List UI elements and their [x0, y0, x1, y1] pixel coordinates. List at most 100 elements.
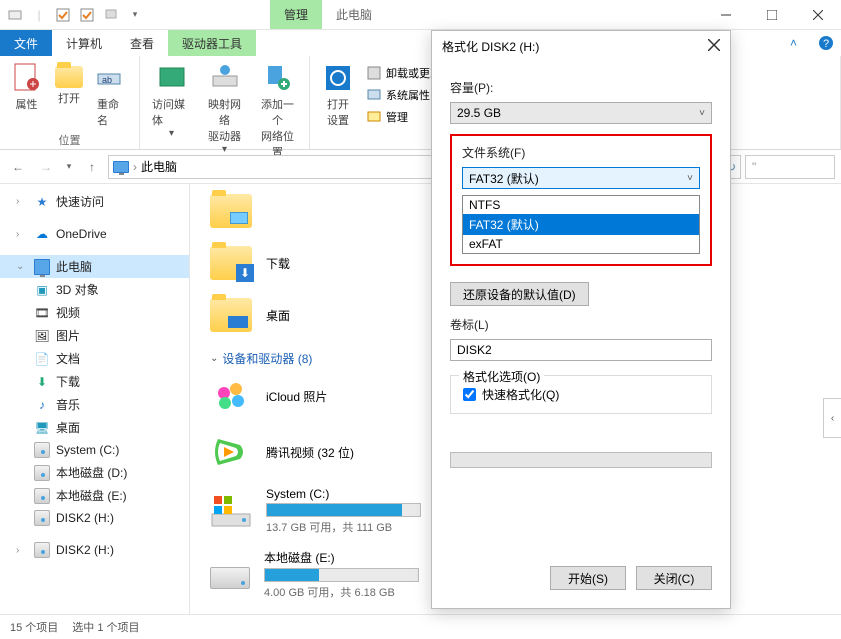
tab-view[interactable]: 查看 [116, 30, 168, 56]
drive-icon [34, 488, 50, 504]
status-bar: 15 个项目 选中 1 个项目 [0, 614, 841, 639]
this-pc-icon [113, 161, 129, 173]
volume-input[interactable] [450, 339, 712, 361]
sidebar-onedrive[interactable]: ›☁OneDrive [0, 223, 189, 245]
status-item-count: 15 个项目 [10, 619, 58, 635]
search-field[interactable]: " [745, 155, 835, 179]
app-icon [4, 4, 26, 26]
history-dropdown[interactable]: ▾ [62, 155, 76, 179]
preview-pane-toggle[interactable]: ‹ [823, 398, 841, 438]
add-location-label: 添加一个 网络位置 [258, 96, 297, 160]
system-c-usage-bar [266, 503, 421, 517]
help-icon[interactable]: ? [811, 30, 841, 56]
minimize-button[interactable] [703, 0, 749, 30]
contextual-tab-manage[interactable]: 管理 [270, 0, 322, 29]
svg-text:?: ? [823, 38, 829, 50]
filesystem-label: 文件系统(F) [462, 144, 700, 161]
sidebar-system-c[interactable]: System (C:) [0, 439, 189, 461]
tab-drive-tools[interactable]: 驱动器工具 [168, 30, 256, 56]
filesystem-selected: FAT32 (默认) [469, 170, 539, 187]
up-button[interactable]: ↑ [80, 155, 104, 179]
qat-overflow[interactable] [100, 4, 122, 26]
sidebar-videos[interactable]: 🎞视频 [0, 301, 189, 324]
fs-option-ntfs[interactable]: NTFS [463, 196, 699, 214]
filesystem-select[interactable]: FAT32 (默认)˅ [462, 167, 700, 189]
fs-option-fat32[interactable]: FAT32 (默认) [463, 214, 699, 235]
status-selected-count: 选中 1 个项目 [72, 619, 139, 635]
ribbon-collapse[interactable]: ˄ [776, 30, 811, 56]
back-button[interactable]: ← [6, 155, 30, 179]
icloud-icon [210, 375, 252, 417]
qat-separator: | [28, 4, 50, 26]
sidebar-disk-e[interactable]: 本地磁盘 (E:) [0, 484, 189, 507]
tab-computer[interactable]: 计算机 [52, 30, 116, 56]
format-progress [450, 452, 712, 468]
sidebar-disk-d[interactable]: 本地磁盘 (D:) [0, 461, 189, 484]
drive-icon [210, 567, 250, 589]
close-button[interactable] [795, 0, 841, 30]
dialog-close-button[interactable] [708, 39, 720, 54]
qat-checkbox-1[interactable] [52, 4, 74, 26]
volume-label: 卷标(L) [450, 316, 712, 333]
document-icon: 📄 [34, 351, 50, 367]
cube-icon: ▣ [34, 282, 50, 298]
format-dialog: 格式化 DISK2 (H:) 容量(P): 29.5 GB˅ 文件系统(F) F… [431, 30, 731, 609]
close-button[interactable]: 关闭(C) [636, 566, 712, 590]
music-icon: ♪ [34, 397, 50, 413]
sidebar-3d-objects[interactable]: ▣3D 对象 [0, 278, 189, 301]
desktop-icon: 🖥 [34, 420, 50, 436]
restore-defaults-button[interactable]: 还原设备的默认值(D) [450, 282, 589, 306]
folder-desktop-label: 桌面 [266, 307, 290, 324]
drive-icon [34, 510, 50, 526]
qat-dropdown[interactable]: ▾ [124, 4, 146, 26]
filesystem-dropdown: NTFS FAT32 (默认) exFAT [462, 195, 700, 254]
folder-icon [210, 194, 252, 228]
disk-e-sub: 4.00 GB 可用，共 6.18 GB [264, 584, 419, 600]
sidebar-quick-access[interactable]: ›★快速访问 [0, 190, 189, 213]
map-drive-button[interactable]: 映射网络 驱动器▾ [199, 60, 250, 157]
group-location-label: 位置 [6, 130, 133, 150]
sidebar-music[interactable]: ♪音乐 [0, 393, 189, 416]
sidebar-this-pc[interactable]: ⌄此电脑 [0, 255, 189, 278]
sidebar-disk2-h-removable[interactable]: ›DISK2 (H:) [0, 539, 189, 561]
open-button[interactable]: 打开 [49, 60, 89, 108]
search-placeholder: " [752, 160, 756, 174]
drive-icon [34, 442, 50, 458]
drive-icon [34, 542, 50, 558]
sidebar-downloads[interactable]: ⬇下载 [0, 370, 189, 393]
add-location-button[interactable]: 添加一个 网络位置 [252, 60, 303, 162]
access-media-button[interactable]: 访问媒体▾ [146, 60, 197, 141]
sidebar-desktop[interactable]: 🖥桌面 [0, 416, 189, 439]
tab-file[interactable]: 文件 [0, 30, 52, 56]
sidebar-documents[interactable]: 📄文档 [0, 347, 189, 370]
capacity-value: 29.5 GB [457, 106, 501, 120]
sidebar-disk2-h[interactable]: DISK2 (H:) [0, 507, 189, 529]
navigation-pane: ›★快速访问 ›☁OneDrive ⌄此电脑 ▣3D 对象 🎞视频 🖼图片 📄文… [0, 184, 190, 614]
monitor-icon [34, 259, 50, 275]
properties-label: 属性 [16, 96, 38, 112]
rename-button[interactable]: ab重命名 [91, 60, 133, 130]
tencent-label: 腾讯视频 (32 位) [266, 444, 354, 461]
star-icon: ★ [34, 194, 50, 210]
capacity-select[interactable]: 29.5 GB˅ [450, 102, 712, 124]
title-bar: | ▾ 管理 此电脑 [0, 0, 841, 30]
properties-button[interactable]: 属性 [6, 60, 47, 114]
qat-checkbox-2[interactable] [76, 4, 98, 26]
picture-icon: 🖼 [34, 328, 50, 344]
quick-format-input[interactable] [463, 388, 476, 401]
maximize-button[interactable] [749, 0, 795, 30]
quick-access-toolbar: | ▾ [0, 4, 150, 26]
fs-option-exfat[interactable]: exFAT [463, 235, 699, 253]
format-options-legend: 格式化选项(O) [459, 368, 544, 385]
icloud-label: iCloud 照片 [266, 388, 327, 405]
quick-format-checkbox[interactable]: 快速格式化(Q) [463, 386, 699, 403]
forward-button[interactable]: → [34, 155, 58, 179]
sidebar-pictures[interactable]: 🖼图片 [0, 324, 189, 347]
rename-label: 重命名 [97, 96, 127, 128]
window-title: 此电脑 [322, 0, 386, 29]
open-settings-button[interactable]: 打开 设置 [316, 60, 360, 130]
system-c-name: System (C:) [266, 487, 421, 501]
start-button[interactable]: 开始(S) [550, 566, 626, 590]
filesystem-highlight: 文件系统(F) FAT32 (默认)˅ NTFS FAT32 (默认) exFA… [450, 134, 712, 266]
disk-e-usage-bar [264, 568, 419, 582]
